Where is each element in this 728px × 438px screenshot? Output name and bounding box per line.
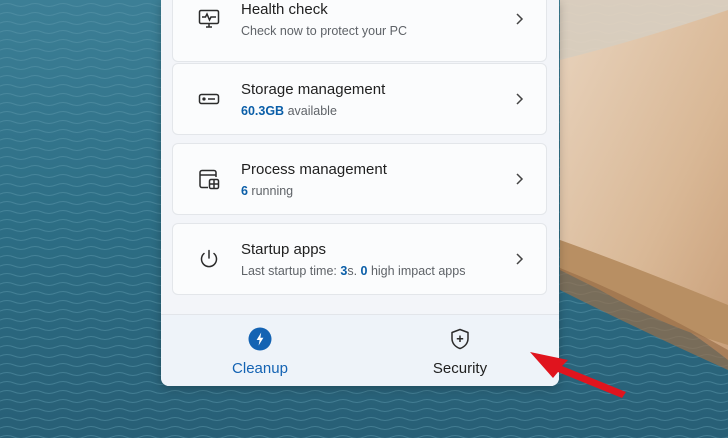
health-check-card[interactable]: Health check Check now to protect your P…: [172, 0, 547, 62]
storage-available-text: 60.3GB available: [241, 104, 337, 118]
startup-prefix: Last startup time:: [241, 264, 341, 278]
startup-time-text: Last startup time: 3s. 0 high impact app…: [241, 264, 465, 278]
pc-manager-panel: Health check Check now to protect your P…: [161, 0, 559, 386]
card-title: Health check: [241, 1, 328, 18]
storage-drive-icon: [197, 87, 221, 111]
nav-cleanup[interactable]: Cleanup: [190, 315, 330, 386]
chevron-right-icon: [514, 252, 524, 266]
chevron-right-icon: [514, 172, 524, 186]
chevron-right-icon: [514, 12, 524, 26]
power-icon: [197, 247, 221, 271]
card-title: Process management: [241, 161, 387, 178]
health-monitor-icon: [197, 7, 221, 31]
card-title: Startup apps: [241, 241, 327, 258]
process-running-text: 6 running: [241, 184, 293, 198]
process-count: 6: [241, 184, 248, 198]
storage-management-card[interactable]: Storage management 60.3GB available: [172, 63, 547, 135]
process-management-card[interactable]: Process management 6 running: [172, 143, 547, 215]
card-subtitle: Check now to protect your PC: [241, 24, 408, 38]
storage-suffix: available: [284, 104, 337, 118]
bottom-navigation: Cleanup Security: [161, 314, 559, 386]
lightning-bolt-icon: [248, 327, 272, 351]
nav-security[interactable]: Security: [390, 315, 530, 386]
startup-apps-card[interactable]: Startup apps Last startup time: 3s. 0 hi…: [172, 223, 547, 295]
red-pointer-arrow-icon: [520, 340, 630, 400]
nav-security-label: Security: [432, 360, 488, 377]
process-suffix: running: [247, 184, 294, 198]
process-windows-icon: [197, 167, 221, 191]
startup-time-unit: s.: [347, 264, 361, 278]
nav-cleanup-label: Cleanup: [232, 360, 288, 377]
impact-suffix: high impact apps: [367, 264, 466, 278]
card-title: Storage management: [241, 81, 386, 98]
chevron-right-icon: [514, 92, 524, 106]
shield-plus-icon: [448, 327, 472, 351]
storage-value: 60.3GB: [241, 104, 285, 118]
